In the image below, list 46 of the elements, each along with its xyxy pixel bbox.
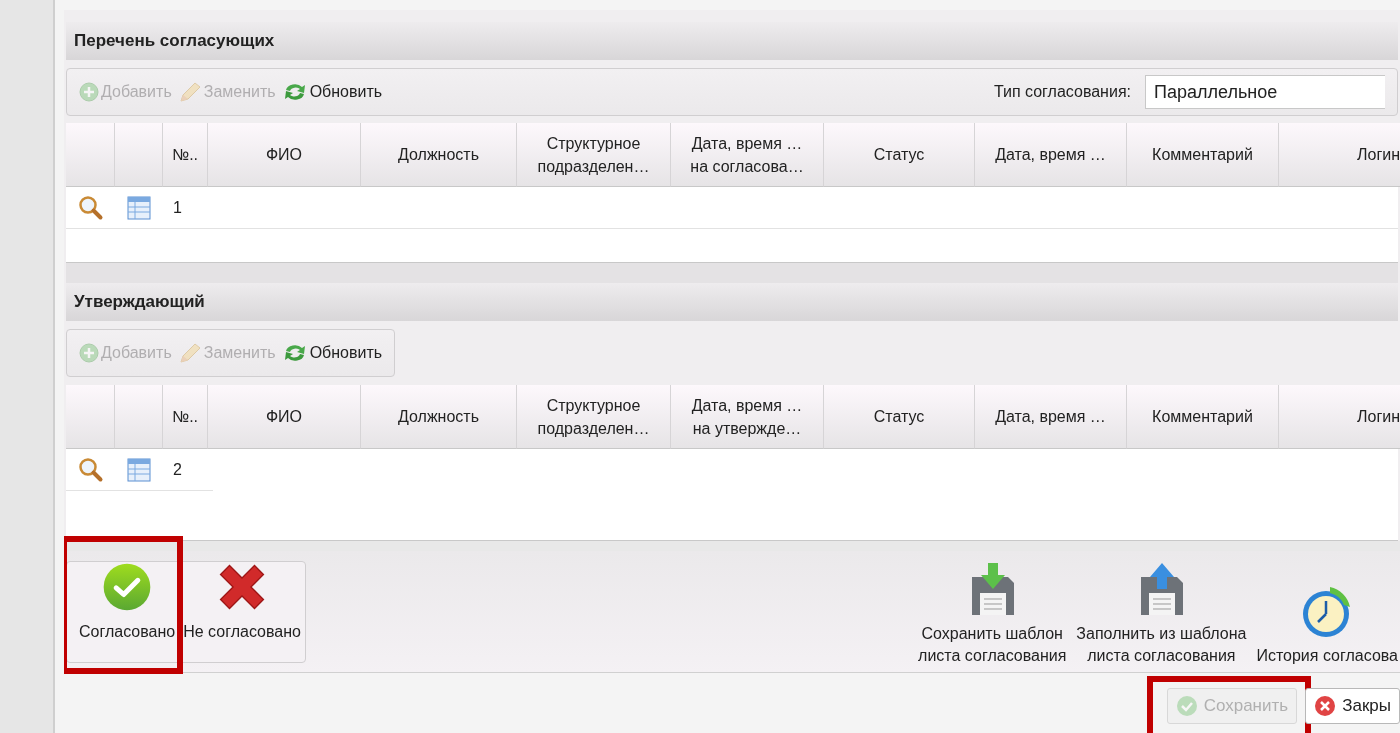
- table-icon[interactable]: [127, 457, 151, 482]
- section-header: Утверждающий: [66, 283, 1398, 321]
- column-header[interactable]: Дата, время … на утвержде…: [671, 385, 824, 449]
- plus-icon: [79, 82, 99, 102]
- decision-button[interactable]: Согласовано: [75, 562, 180, 662]
- select-field[interactable]: Параллельное: [1145, 75, 1385, 109]
- magnifier-icon[interactable]: [77, 456, 104, 483]
- close-icon: [1314, 695, 1337, 717]
- column-header[interactable]: Комментарий: [1127, 385, 1279, 449]
- template-button[interactable]: История согласова: [1256, 585, 1398, 667]
- column-header[interactable]: [115, 385, 163, 449]
- plus-icon: [79, 343, 99, 363]
- toolbar-button[interactable]: Обновить: [281, 80, 383, 104]
- template-button[interactable]: Заполнить из шаблона листа согласования: [1076, 563, 1247, 667]
- table-cell-text: 2: [172, 459, 182, 480]
- toolbar-button[interactable]: Обновить: [281, 341, 383, 365]
- template-button[interactable]: Сохранить шаблон листа согласования: [918, 563, 1067, 667]
- column-header[interactable]: Комментарий: [1127, 123, 1279, 187]
- check-circle-icon: [1175, 695, 1198, 717]
- column-header[interactable]: ФИО: [208, 123, 361, 187]
- column-header[interactable]: Дата, время … на согласова…: [671, 123, 824, 187]
- column-header[interactable]: Структурное подразделен…: [517, 385, 671, 449]
- decision-button[interactable]: Не согласовано: [179, 562, 305, 662]
- section-header: Перечень согласующих: [66, 22, 1398, 60]
- column-header[interactable]: Дата, время …: [975, 123, 1127, 187]
- footer-button[interactable]: Закры: [1305, 688, 1400, 724]
- column-header[interactable]: Структурное подразделен…: [517, 123, 671, 187]
- column-header[interactable]: ФИО: [208, 385, 361, 449]
- column-header[interactable]: Должность: [361, 385, 517, 449]
- table-cell-text: 1: [172, 197, 182, 218]
- column-header[interactable]: Логин: [1279, 385, 1400, 449]
- pencil-icon: [177, 342, 202, 364]
- pencil-icon: [177, 81, 202, 103]
- column-header[interactable]: [66, 123, 115, 187]
- table-icon[interactable]: [127, 195, 151, 220]
- magnifier-icon[interactable]: [77, 194, 104, 221]
- column-header[interactable]: [66, 385, 115, 449]
- column-header[interactable]: Дата, время …: [975, 385, 1127, 449]
- column-header[interactable]: №..: [163, 385, 208, 449]
- column-header[interactable]: Статус: [824, 123, 975, 187]
- column-header[interactable]: Логин: [1279, 123, 1400, 187]
- field-label: Тип согласования:: [993, 82, 1131, 102]
- column-header[interactable]: [115, 123, 163, 187]
- column-header[interactable]: №..: [163, 123, 208, 187]
- column-header[interactable]: Статус: [824, 385, 975, 449]
- column-header[interactable]: Должность: [361, 123, 517, 187]
